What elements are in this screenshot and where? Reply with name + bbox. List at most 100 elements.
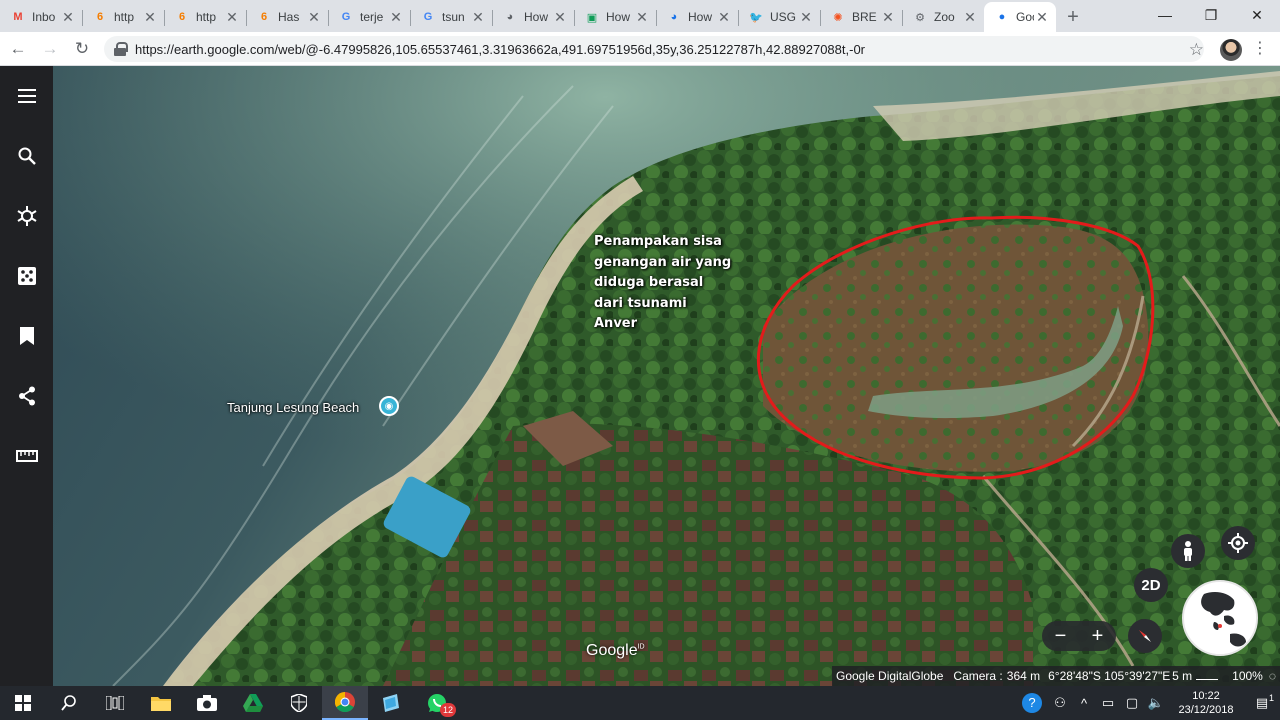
tab-close-icon[interactable]: ✕: [798, 9, 814, 26]
notepad-icon[interactable]: [368, 686, 414, 720]
tab-close-icon[interactable]: ✕: [552, 9, 568, 26]
network-icon[interactable]: ▢: [1120, 695, 1144, 711]
satellite-imagery[interactable]: [53, 66, 1280, 686]
google-earth-icon: ●: [998, 11, 1006, 23]
tab-close-icon[interactable]: ✕: [634, 9, 650, 26]
lock-icon: [114, 42, 128, 56]
tab-title: How: [606, 10, 631, 24]
place-label[interactable]: Tanjung Lesung Beach: [227, 400, 359, 415]
reload-button[interactable]: ↻: [66, 33, 98, 65]
volume-icon[interactable]: 🔈: [1144, 695, 1168, 711]
search-icon[interactable]: [46, 686, 92, 720]
browser-toolbar: ← → ↻ https://earth.google.com/web/@-6.4…: [0, 32, 1280, 66]
blogger-icon: 6: [96, 11, 104, 23]
browser-tab[interactable]: ◕ How ✕: [492, 2, 574, 32]
browser-tab[interactable]: ● Goo✕: [984, 2, 1056, 32]
browser-tab[interactable]: ◕ How ✕: [656, 2, 738, 32]
tab-close-icon[interactable]: ✕: [388, 9, 404, 26]
whatsapp-icon[interactable]: 12: [414, 686, 460, 720]
globe-icon: ◕: [670, 11, 678, 23]
battery-icon[interactable]: ▭: [1096, 695, 1120, 711]
voyager-icon[interactable]: [0, 196, 53, 236]
pegman-icon[interactable]: [1171, 534, 1205, 568]
defender-icon[interactable]: [276, 686, 322, 720]
browser-tab[interactable]: M Inbo ✕: [0, 2, 82, 32]
annotation-line: genangan air yang: [594, 254, 732, 270]
twitter-icon: 🐦: [749, 11, 763, 24]
start-icon[interactable]: [0, 686, 46, 720]
zoom-out-button[interactable]: −: [1055, 625, 1067, 648]
task-view-icon[interactable]: [92, 686, 138, 720]
attribution: Google DigitalGlobe: [836, 669, 944, 683]
forward-button[interactable]: →: [34, 33, 66, 65]
browser-tab[interactable]: ⚙ Zoo ✕: [902, 2, 984, 32]
tab-close-icon[interactable]: ✕: [470, 9, 486, 26]
tab-close-icon[interactable]: ✕: [962, 9, 978, 26]
my-location-icon[interactable]: [1221, 526, 1255, 560]
back-button[interactable]: ←: [2, 33, 34, 65]
feeling-lucky-icon[interactable]: [0, 256, 53, 296]
zoom-in-button[interactable]: +: [1092, 625, 1104, 648]
browser-tab[interactable]: Gtsun ✕: [410, 2, 492, 32]
tab-close-icon[interactable]: ✕: [306, 9, 322, 26]
browser-tab[interactable]: ✺ BRE ✕: [820, 2, 902, 32]
browser-tab[interactable]: 🐦 USG ✕: [738, 2, 820, 32]
url-text[interactable]: https://earth.google.com/web/@-6.4799582…: [135, 42, 865, 57]
close-window-button[interactable]: ✕: [1234, 0, 1280, 30]
camera-icon[interactable]: [184, 686, 230, 720]
profile-avatar[interactable]: [1220, 39, 1242, 61]
annotation-line: diduga berasal: [594, 275, 704, 290]
annotation-line: dari tsunami: [594, 295, 687, 311]
browser-tab[interactable]: ▣ How ✕: [574, 2, 656, 32]
globe-minimap[interactable]: [1182, 580, 1258, 656]
drive-icon[interactable]: [230, 686, 276, 720]
status-bar: Google DigitalGlobe Camera : 364 m 6°28'…: [832, 666, 1280, 686]
show-hidden-icons[interactable]: ^: [1072, 696, 1096, 711]
bookmark-star-icon[interactable]: ☆: [1189, 40, 1204, 60]
left-sidebar: [0, 66, 53, 686]
tab-close-icon[interactable]: ✕: [224, 9, 240, 26]
help-icon[interactable]: ?: [1022, 693, 1042, 713]
tab-close-icon[interactable]: ✕: [1034, 9, 1050, 26]
file-explorer-icon[interactable]: [138, 686, 184, 720]
measure-icon[interactable]: [0, 436, 53, 476]
camera-pin-icon[interactable]: ◉: [379, 396, 399, 416]
minimize-button[interactable]: —: [1142, 0, 1188, 30]
tab-close-icon[interactable]: ✕: [716, 9, 732, 26]
google-earth-view: Tanjung Lesung Beach ◉ Penampakan sisa ge…: [0, 66, 1280, 686]
windows-taskbar: 12 ? ⚇ ^ ▭ ▢ 🔈 10:22 23/12/2018 ▤ 1: [0, 686, 1280, 720]
blogger-icon: 6: [260, 11, 268, 23]
tab-close-icon[interactable]: ✕: [880, 9, 896, 26]
tab-close-icon[interactable]: ✕: [142, 9, 158, 26]
browser-tab[interactable]: 6 http ✕: [164, 2, 246, 32]
clock[interactable]: 10:22 23/12/2018: [1168, 689, 1244, 717]
load-progress: 100%: [1232, 669, 1263, 683]
browser-tab[interactable]: Gterje ✕: [328, 2, 410, 32]
google-icon: G: [423, 11, 433, 23]
tab-title: How: [524, 10, 549, 24]
share-icon[interactable]: [0, 376, 53, 416]
tab-title: Inbo: [32, 10, 56, 24]
tab-close-icon[interactable]: ✕: [60, 9, 76, 26]
sheets-icon: ▣: [586, 11, 598, 24]
restore-button[interactable]: ❐: [1188, 0, 1234, 30]
news-icon: ✺: [833, 11, 843, 24]
loading-icon: ◌: [1268, 669, 1276, 683]
people-icon[interactable]: ⚇: [1048, 695, 1072, 711]
browser-tab[interactable]: 6 http ✕: [82, 2, 164, 32]
address-bar[interactable]: https://earth.google.com/web/@-6.4799582…: [104, 36, 1204, 62]
menu-icon[interactable]: [0, 76, 53, 116]
annotation-text: Penampakan sisa genangan air yang diduga b…: [594, 232, 754, 335]
toggle-2d-button[interactable]: 2D: [1134, 568, 1168, 602]
unread-badge: 12: [440, 703, 456, 717]
browser-tab[interactable]: 6 Has ✕: [246, 2, 328, 32]
chrome-icon[interactable]: [322, 686, 368, 720]
search-icon[interactable]: [0, 136, 53, 176]
projects-icon[interactable]: [0, 316, 53, 356]
action-center-icon[interactable]: ▤ 1: [1244, 693, 1280, 711]
compass-icon[interactable]: [1128, 619, 1162, 653]
tab-title: tsun: [442, 10, 465, 24]
new-tab-button[interactable]: +: [1056, 2, 1090, 32]
notification-count: 1: [1268, 693, 1274, 703]
browser-menu-icon[interactable]: ⋮: [1252, 38, 1268, 58]
